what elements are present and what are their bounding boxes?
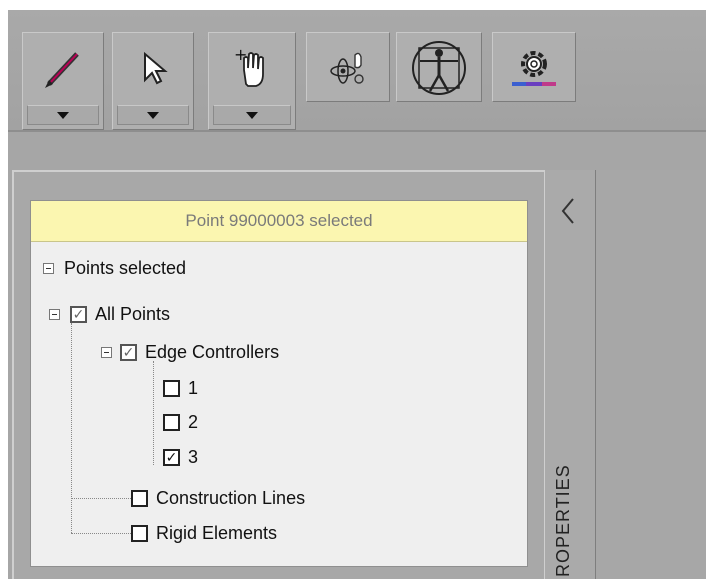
tree-line: [71, 323, 72, 533]
item-label: 1: [188, 377, 199, 398]
tree-node-all-points[interactable]: ✓ All Points: [49, 301, 170, 327]
pencil-dropdown[interactable]: [27, 105, 99, 125]
edge-controllers-label: Edge Controllers: [145, 341, 280, 362]
arrow-pointer-icon: [144, 51, 168, 85]
tree-node-edge-controllers[interactable]: ✓ Edge Controllers: [101, 339, 279, 365]
gear-icon: [512, 51, 556, 86]
pencil-icon: [45, 52, 79, 88]
tree-root[interactable]: Points selected: [43, 255, 186, 281]
checkbox-all-points[interactable]: ✓: [70, 305, 87, 323]
settings-tool-button[interactable]: [492, 32, 576, 102]
item-label: 2: [188, 411, 199, 432]
properties-label: PROPERTIES: [553, 464, 573, 579]
tree-node-construction-lines[interactable]: Construction Lines: [131, 485, 305, 511]
checkbox-edge-controllers[interactable]: ✓: [120, 343, 137, 361]
tree-item[interactable]: ✓ 3: [163, 444, 198, 470]
chevron-left-icon[interactable]: [559, 196, 577, 226]
atom-hand-icon: [330, 52, 364, 84]
pencil-tool-button[interactable]: [22, 32, 104, 130]
chevron-down-icon: [147, 111, 159, 119]
tree-root-label: Points selected: [64, 257, 187, 278]
points-tree: Points selected ✓ All Points ✓ Edge Cont…: [31, 241, 527, 566]
tree-node-rigid-elements[interactable]: Rigid Elements: [131, 520, 277, 546]
body-tool-button[interactable]: [396, 32, 482, 102]
add-hand-dropdown[interactable]: [213, 105, 291, 125]
tree-item[interactable]: 2: [163, 409, 198, 435]
tree-line: [71, 498, 131, 499]
app-window: + PROPERTIES Point 99000003 selected Poi…: [8, 10, 706, 579]
checkbox-rigid-elements[interactable]: [131, 524, 148, 542]
collapse-icon[interactable]: [101, 346, 112, 358]
right-area: [596, 170, 706, 579]
selection-status: Point 99000003 selected: [31, 201, 527, 242]
chevron-down-icon: [246, 111, 258, 119]
chevron-down-icon: [57, 111, 69, 119]
checkbox-item-2[interactable]: [163, 413, 180, 431]
construction-lines-label: Construction Lines: [156, 487, 306, 508]
manipulate-tool-button[interactable]: [306, 32, 390, 102]
checkbox-item-3[interactable]: ✓: [163, 448, 180, 466]
all-points-label: All Points: [95, 303, 171, 324]
checkbox-item-1[interactable]: [163, 379, 180, 397]
rigid-elements-label: Rigid Elements: [156, 522, 278, 543]
item-label: 3: [188, 446, 199, 467]
select-tool-button[interactable]: [112, 32, 194, 130]
collapse-icon[interactable]: [49, 308, 60, 320]
hand-plus-icon: +: [234, 45, 264, 87]
collapse-icon[interactable]: [43, 262, 54, 274]
properties-side-tab[interactable]: PROPERTIES: [544, 170, 596, 579]
tree-line: [71, 533, 131, 534]
tree-line: [153, 361, 154, 465]
vitruvian-man-icon: [412, 41, 466, 95]
toolbar: +: [8, 10, 706, 132]
tree-item[interactable]: 1: [163, 375, 198, 401]
checkbox-construction-lines[interactable]: [131, 489, 148, 507]
select-dropdown[interactable]: [117, 105, 189, 125]
add-hand-tool-button[interactable]: +: [208, 32, 296, 130]
selection-panel: Point 99000003 selected Points selected …: [30, 200, 528, 567]
